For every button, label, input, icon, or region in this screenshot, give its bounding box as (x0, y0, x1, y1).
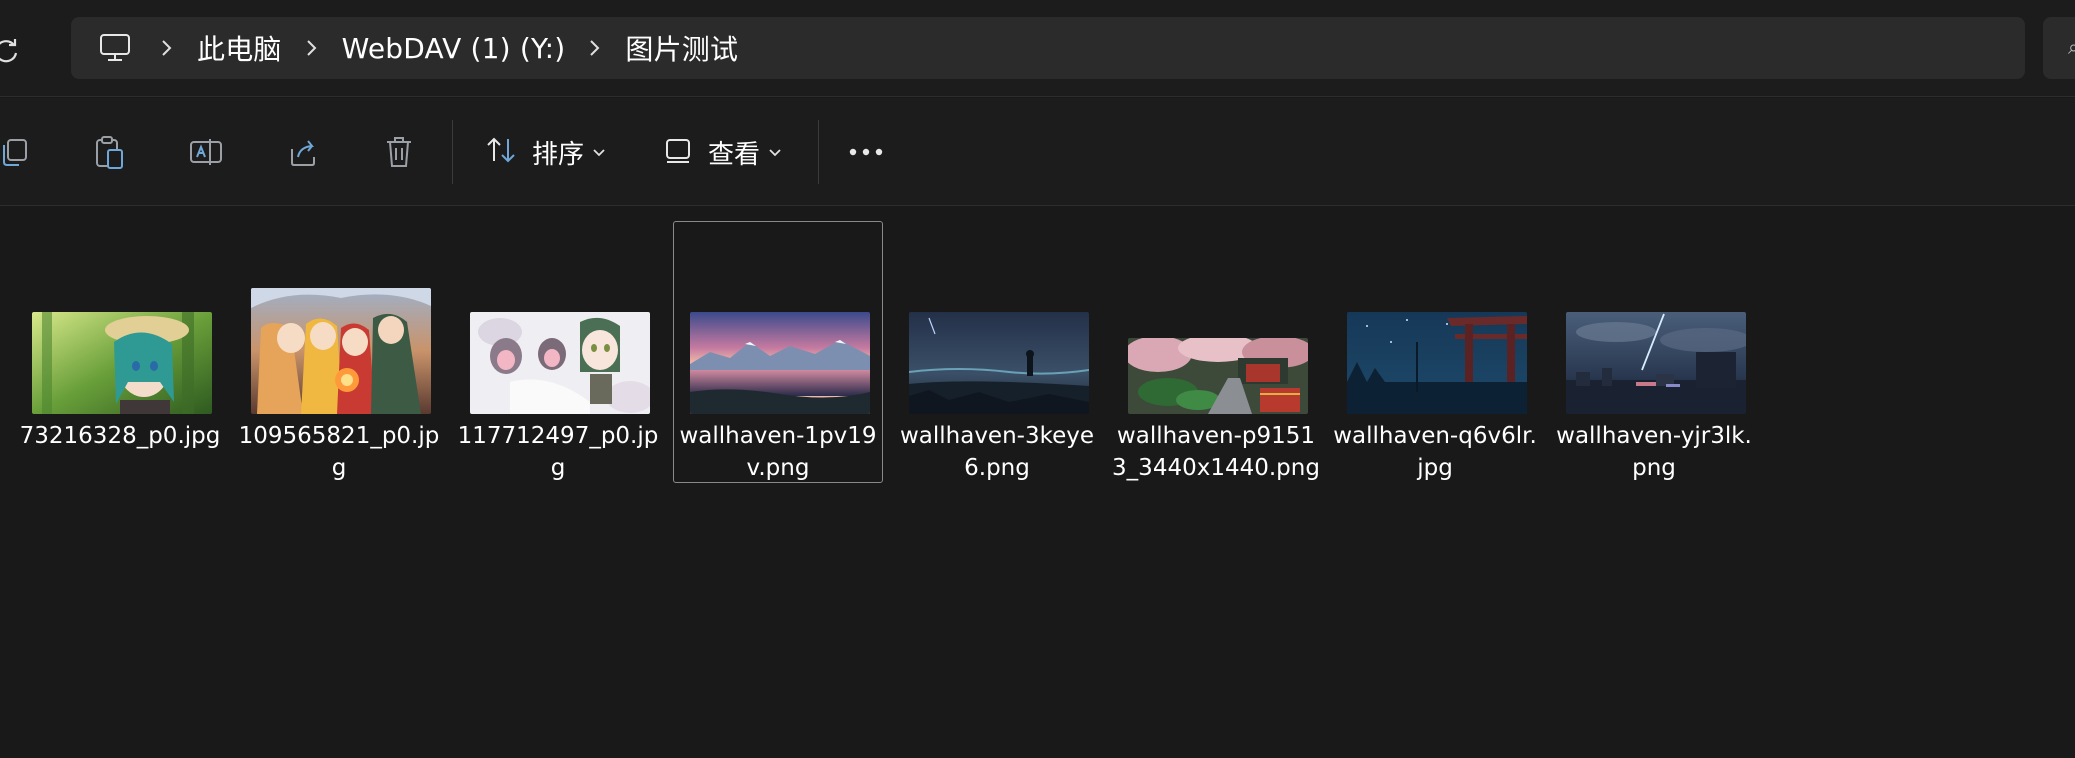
more-options-icon[interactable] (846, 132, 886, 172)
file-name: 117712497_p0.jpg (457, 423, 659, 481)
command-bar: 排序 查看 (0, 98, 2075, 206)
file-name: 109565821_p0.jpg (238, 423, 440, 481)
this-pc-icon[interactable] (93, 26, 137, 70)
file-name: wallhaven-3keye6.png (899, 423, 1095, 481)
rename-icon[interactable] (186, 132, 226, 172)
file-name: wallhaven-yjr3lk.png (1556, 423, 1752, 481)
file-item[interactable]: 73216328_p0.jpg (15, 221, 225, 483)
file-item[interactable]: wallhaven-1pv19v.png (673, 221, 883, 483)
copy-icon[interactable] (0, 132, 34, 172)
file-item[interactable]: wallhaven-p91513_3440x1440.png (1111, 221, 1321, 483)
image-thumbnail (1347, 312, 1527, 414)
paste-icon[interactable] (90, 132, 130, 172)
chevron-right-icon[interactable] (155, 36, 179, 60)
view-label: 查看 (708, 139, 761, 170)
sort-button[interactable]: 排序 (484, 128, 606, 176)
share-icon[interactable] (283, 132, 323, 172)
image-thumbnail (1128, 338, 1308, 414)
chevron-right-icon[interactable] (300, 36, 324, 60)
sort-label: 排序 (532, 139, 585, 170)
file-name: wallhaven-q6v6lr.jpg (1333, 423, 1537, 481)
image-thumbnail (909, 312, 1089, 414)
file-item[interactable]: 109565821_p0.jpg (234, 221, 444, 483)
view-icon (664, 135, 694, 169)
file-item[interactable]: wallhaven-q6v6lr.jpg (1330, 221, 1540, 483)
search-box[interactable]: ⌕ (2043, 17, 2075, 79)
file-item[interactable]: 117712497_p0.jpg (453, 221, 663, 483)
breadcrumb-item-webdav[interactable]: WebDAV (1) (Y:) (342, 32, 566, 65)
chevron-down-icon (592, 143, 606, 162)
refresh-icon[interactable] (0, 36, 22, 66)
view-button[interactable]: 查看 (664, 128, 782, 176)
search-icon: ⌕ (2068, 35, 2075, 59)
breadcrumb-item-current-folder[interactable]: 图片测试 (625, 28, 738, 68)
chevron-right-icon[interactable] (583, 36, 607, 60)
file-item[interactable]: wallhaven-yjr3lk.png (1549, 221, 1759, 483)
image-thumbnail (251, 288, 431, 414)
toolbar-separator (818, 120, 819, 184)
file-list: 73216328_p0.jpg 109565821_p0.jpg 1177124… (0, 207, 2075, 758)
file-name: 73216328_p0.jpg (19, 423, 221, 449)
chevron-down-icon (768, 143, 782, 162)
file-name: wallhaven-p91513_3440x1440.png (1112, 423, 1320, 481)
delete-icon[interactable] (379, 132, 419, 172)
image-thumbnail (1566, 312, 1746, 414)
sort-icon (484, 133, 518, 171)
address-bar: 此电脑 WebDAV (1) (Y:) 图片测试 ⌕ (0, 0, 2075, 97)
file-item[interactable]: wallhaven-3keye6.png (892, 221, 1102, 483)
image-thumbnail (32, 312, 212, 414)
breadcrumb[interactable]: 此电脑 WebDAV (1) (Y:) 图片测试 (71, 17, 2025, 79)
file-name: wallhaven-1pv19v.png (679, 423, 877, 481)
image-thumbnail (690, 312, 870, 414)
image-thumbnail (470, 312, 650, 414)
toolbar-separator (452, 120, 453, 184)
breadcrumb-item-this-pc[interactable]: 此电脑 (197, 28, 282, 68)
